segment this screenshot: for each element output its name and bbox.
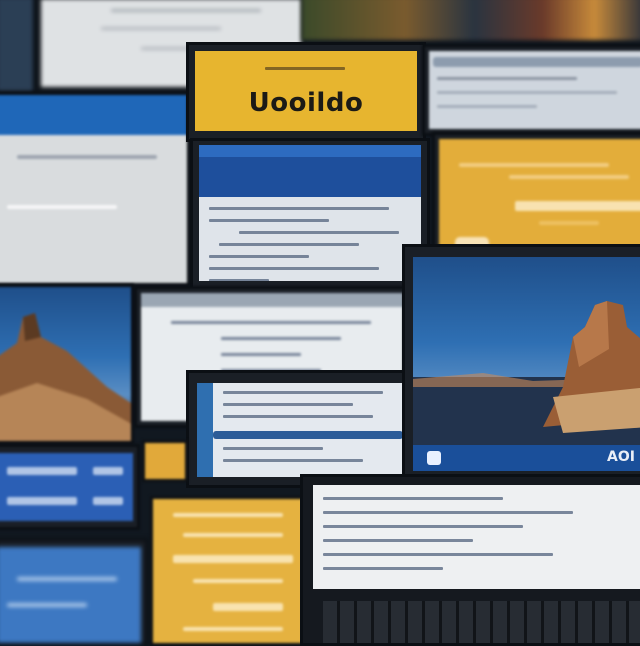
front-small-monitor bbox=[186, 370, 414, 488]
bottom-laptop bbox=[300, 474, 640, 646]
document-monitor bbox=[190, 138, 430, 290]
top-left-screen bbox=[0, 0, 36, 94]
banner-monitor: Uooildo bbox=[186, 42, 426, 142]
top-photo-strip bbox=[302, 0, 640, 40]
left-monitor bbox=[0, 92, 190, 286]
left-mesa-photo bbox=[0, 284, 134, 444]
mesa-rock-left bbox=[0, 313, 131, 441]
laptop-mesa-screen: AOI bbox=[402, 244, 640, 480]
left-blue-panel bbox=[0, 444, 140, 530]
yellow-form-panel bbox=[432, 132, 640, 254]
taskbar-icon[interactable] bbox=[427, 451, 441, 465]
yellow-document-panel bbox=[150, 496, 308, 646]
top-right-window bbox=[422, 44, 640, 136]
banner-logo-label: Uooildo bbox=[248, 88, 364, 118]
yellow-tab-slice bbox=[142, 440, 188, 482]
bottom-left-panel bbox=[0, 538, 148, 646]
laptop-keyboard[interactable] bbox=[323, 601, 640, 643]
mesa-rock-right bbox=[413, 301, 640, 447]
taskbar-label: AOI bbox=[607, 449, 635, 465]
